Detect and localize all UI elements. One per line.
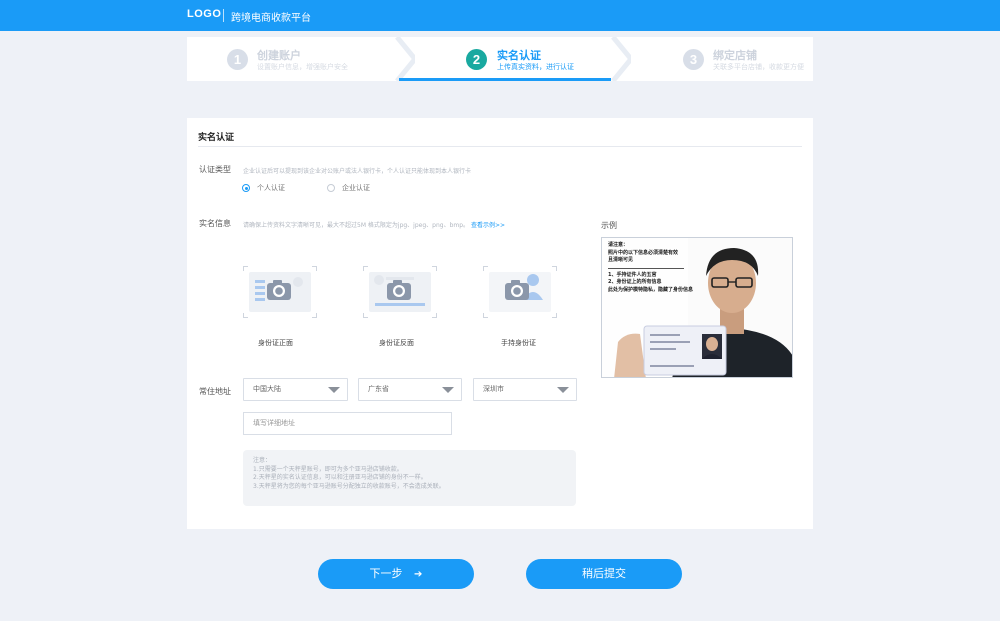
realname-info-label: 实名信息 (199, 219, 231, 228)
example-note-line: 2、身份证上的所有信息 (608, 279, 662, 285)
example-note-line: 照片中的以下信息必须清楚有效 (608, 249, 679, 256)
upload-hand-held-id[interactable] (483, 266, 557, 318)
step-title: 绑定店铺 (713, 49, 757, 62)
step-number-3: 3 (683, 49, 704, 70)
realname-info-hint: 请确保上传资料文字清晰可见，最大不超过5M 格式限定为jpg、jpeg、png、… (243, 220, 505, 229)
logo-divider (223, 9, 224, 22)
detail-address-input[interactable]: 填写详细地址 (243, 412, 452, 435)
city-select[interactable]: 深圳市 (473, 378, 577, 401)
example-note: 请注意： 照片中的以下信息必须清楚有效 且清晰可见 1、手持证件人的五官 2、身… (608, 242, 693, 294)
step-subtitle: 设置账户信息，增强账户安全 (257, 63, 348, 71)
chevron-down-icon (328, 387, 340, 393)
upload-id-back[interactable] (363, 266, 437, 318)
auth-type-hint: 企业认证后可以提现到该企业对公账户或法人银行卡，个人认证只能体现到本人银行卡 (243, 168, 472, 175)
example-note-line: 且清晰可见 (608, 257, 634, 263)
step-bind-store[interactable]: 3 绑定店铺 关联多平台店铺，收款更方便 (631, 37, 813, 81)
notice-line: 3.天秤星将为您的每个亚马逊账号分配独立的收款账号，不会造成关联。 (253, 482, 445, 490)
chevron-down-icon (557, 387, 569, 393)
example-note-line: 1、手持证件人的五官 (608, 271, 657, 278)
example-photo: 请注意： 照片中的以下信息必须清楚有效 且清晰可见 1、手持证件人的五官 2、身… (601, 237, 793, 378)
step-number-1: 1 (227, 49, 248, 70)
logo[interactable]: LOGO (187, 8, 221, 20)
step-title: 创建账户 (257, 49, 301, 62)
step-subtitle: 上传真实资料，进行认证 (497, 63, 574, 71)
step-create-account[interactable]: 1 创建账户 设置账户信息，增强账户安全 (187, 37, 399, 81)
note-divider (608, 267, 684, 269)
step-number-2: 2 (466, 49, 487, 70)
id-card-front-icon (249, 272, 311, 312)
select-value: 广东省 (368, 385, 389, 393)
progress-steps: 1 创建账户 设置账户信息，增强账户安全 2 实名认证 上传真实资料，进行认证 … (187, 37, 813, 81)
upload-caption: 手持身份证 (501, 339, 536, 347)
select-value: 深圳市 (483, 385, 504, 393)
button-label: 下一步 (369, 567, 403, 580)
upload-caption: 身份证反面 (379, 339, 414, 347)
radio-personal-auth[interactable]: 个人认证 (242, 183, 285, 193)
notice-title: 注意： (253, 457, 272, 464)
top-bar: LOGO 跨境电商收款平台 (0, 0, 1000, 31)
step-realname-auth[interactable]: 2 实名认证 上传真实资料，进行认证 (399, 37, 611, 81)
select-value: 中国大陆 (253, 385, 281, 393)
arrow-right-icon: ➔ (414, 569, 423, 580)
upload-caption: 身份证正面 (258, 339, 293, 347)
radio-dot[interactable] (242, 184, 250, 192)
chevron-down-icon (442, 387, 454, 393)
example-note-line: 此处为保护模特隐私，隐藏了身份信息 (608, 286, 694, 293)
province-select[interactable]: 广东省 (358, 378, 462, 401)
auth-type-label: 认证类型 (199, 165, 231, 174)
country-select[interactable]: 中国大陆 (243, 378, 348, 401)
address-label: 常住地址 (199, 387, 231, 396)
example-note-line: 请注意： (608, 242, 629, 248)
divider (198, 146, 802, 147)
step-separator-chevron (611, 37, 631, 81)
step-title: 实名认证 (497, 49, 541, 62)
submit-later-button[interactable]: 稍后提交 (526, 559, 682, 589)
hint-text: 请确保上传资料文字清晰可见，最大不超过5M 格式限定为jpg、jpeg、png、… (243, 222, 470, 229)
hand-held-id-icon (489, 272, 551, 312)
step-subtitle: 关联多平台店铺，收款更方便 (713, 63, 804, 71)
notice-line: 1.只需要一个天秤星账号，即可为多个亚马逊店铺收款。 (253, 465, 403, 473)
panel-title: 实名认证 (198, 133, 235, 143)
app-title: 跨境电商收款平台 (231, 13, 311, 24)
radio-label: 个人认证 (257, 184, 285, 192)
realname-auth-panel: 实名认证 认证类型 企业认证后可以提现到该企业对公账户或法人银行卡，个人认证只能… (187, 118, 813, 529)
upload-id-front[interactable] (243, 266, 317, 318)
next-step-button[interactable]: 下一步 ➔ (318, 559, 474, 589)
notice-line: 2.天秤星的实名认证信息，可以和注册亚马逊店铺的身份不一样。 (253, 474, 427, 481)
id-card-back-icon (369, 272, 431, 312)
example-label: 示例 (601, 221, 617, 230)
active-step-indicator (399, 78, 611, 81)
radio-enterprise-auth[interactable]: 企业认证 (327, 183, 370, 193)
notice-box: 注意： 1.只需要一个天秤星账号，即可为多个亚马逊店铺收款。 2.天秤星的实名认… (243, 450, 576, 506)
view-example-link[interactable]: 查看示例>> (471, 222, 505, 229)
radio-label: 企业认证 (342, 184, 370, 192)
radio-dot[interactable] (327, 184, 335, 192)
